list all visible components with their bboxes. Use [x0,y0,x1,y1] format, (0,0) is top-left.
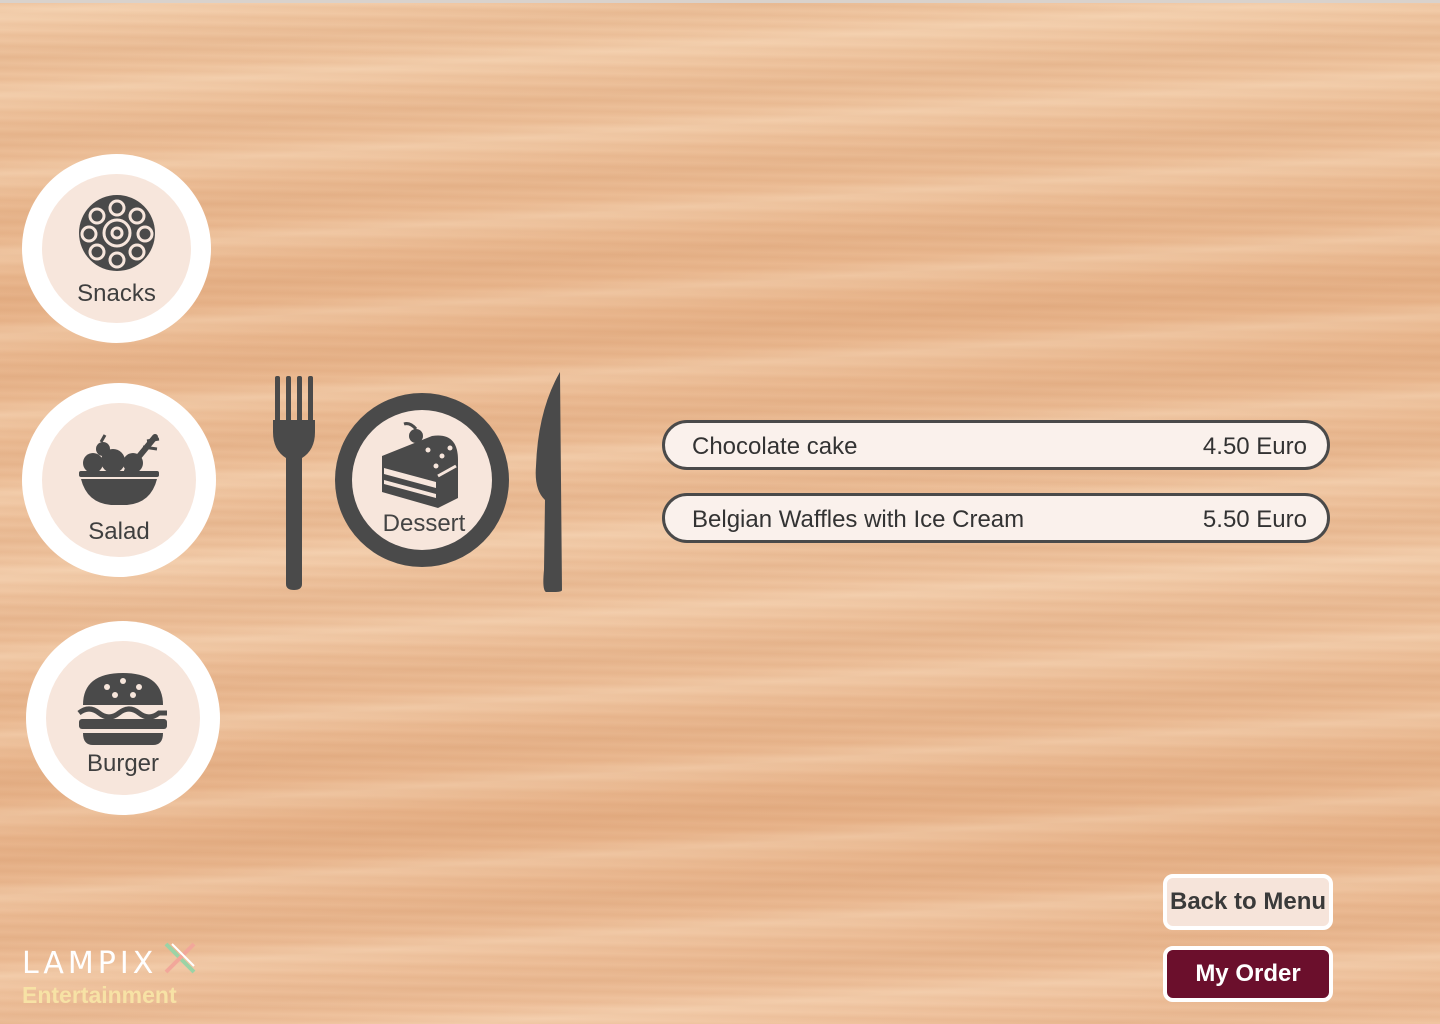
place-setting [273,372,562,592]
knife-icon [535,372,562,592]
my-order-button[interactable]: My Order [1163,946,1333,1002]
selected-category-label: Dessert [382,510,466,537]
fork-icon [273,376,315,590]
menu-item-belgian-waffles[interactable]: Belgian Waffles with Ice Cream 5.50 Euro [662,493,1330,543]
category-snacks-button[interactable]: Snacks [22,154,211,343]
category-burger-label: Burger [86,750,160,777]
burger-icon [77,673,167,745]
salad-bowl-icon [79,434,160,505]
logo-x-mark [164,942,196,974]
lampix-logo: LAMPIX Entertainment [22,938,222,1010]
menu-item-name: Belgian Waffles with Ice Cream [692,506,1025,533]
category-snacks-label: Snacks [77,280,156,307]
back-to-menu-button[interactable]: Back to Menu [1163,874,1333,930]
logo-brand-text: LAMPIX [22,946,158,981]
donuts-icon [78,195,155,271]
category-burger-button[interactable]: Burger [26,621,220,815]
menu-item-price: 4.50 Euro [1202,433,1307,460]
menu-item-chocolate-cake[interactable]: Chocolate cake 4.50 Euro [662,420,1330,470]
category-salad-label: Salad [88,518,150,545]
category-salad-button[interactable]: Salad [22,383,216,577]
menu-item-price: 5.50 Euro [1202,506,1307,533]
logo-subtitle: Entertainment [22,982,177,1008]
menu-item-name: Chocolate cake [692,433,858,460]
top-strip [0,0,1440,3]
